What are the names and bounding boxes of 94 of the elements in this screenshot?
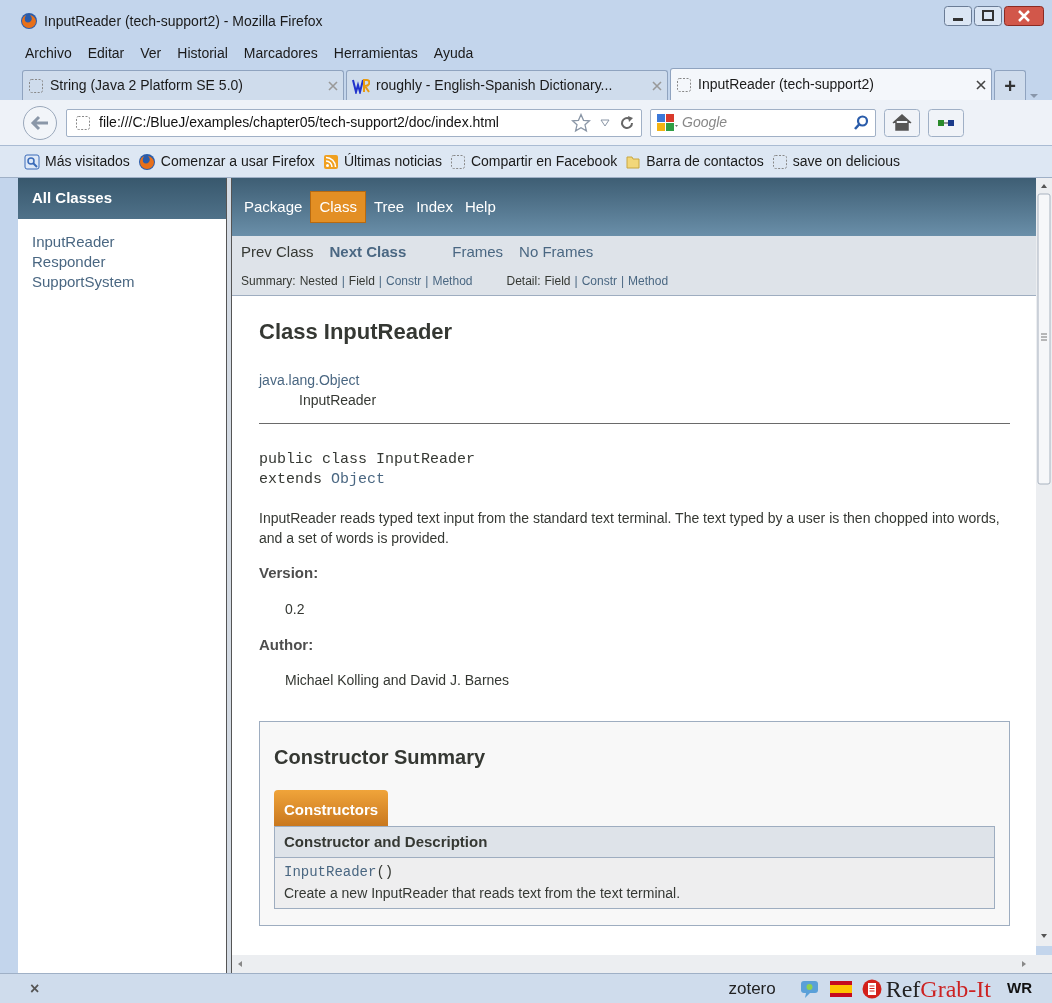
nav-tab[interactable]: Help (460, 191, 500, 223)
tag-label: Author: (259, 634, 315, 655)
summary-label: Detail: (506, 272, 541, 290)
wr-logo-icon (352, 77, 370, 94)
menu-item[interactable]: Ver (137, 42, 165, 64)
summary-text: Nested (299, 272, 338, 290)
constructor-link[interactable]: InputReader (284, 862, 377, 883)
blank-page-icon (771, 153, 788, 170)
bookmark-item[interactable]: Más visitados (24, 151, 130, 172)
frame-heading: All Classes (18, 178, 226, 219)
rss-feed-icon (322, 153, 339, 170)
bookmark-item[interactable]: Barra de contactos (625, 151, 764, 172)
summary-link[interactable]: Constr (581, 271, 617, 290)
wr-button[interactable]: WR (1007, 977, 1032, 1000)
summary-link[interactable]: Method (432, 271, 473, 290)
section-title: Constructor Summary (274, 745, 487, 770)
blank-page-icon (28, 77, 44, 94)
class-description: InputReader reads typed text input from the standard text terminal. The text typed by a user is then chopped into words, and a set of words is provided. (259, 509, 1001, 548)
browser-tab[interactable]: InputReader (tech-support2) (670, 68, 992, 100)
addon-toolbar-icon[interactable] (928, 108, 964, 137)
summary-link[interactable]: Method (628, 271, 669, 290)
menu-item[interactable]: Archivo (22, 42, 75, 64)
home-button[interactable] (884, 108, 920, 137)
bookmark-item[interactable]: Comenzar a usar Firefox (137, 151, 315, 172)
document-icon[interactable] (861, 978, 882, 999)
nav-tab[interactable]: Index (412, 191, 457, 223)
reload-icon[interactable] (619, 114, 635, 131)
zotero-button[interactable]: zotero (728, 975, 776, 1002)
column-header: Constructor and Description (275, 826, 994, 858)
tag-label: Version: (259, 563, 320, 583)
search-icon[interactable] (852, 113, 870, 132)
search-engine-icon[interactable] (656, 112, 678, 133)
browser-tab[interactable]: String (Java 2 Platform SE 5.0) (22, 70, 344, 100)
nav-tab[interactable]: Tree (369, 191, 409, 223)
bookmark-item[interactable]: save on delicious (771, 151, 901, 172)
browser-tab[interactable]: roughly - English-Spanish Dictionary... (346, 70, 668, 100)
class-link[interactable]: Responder (32, 252, 106, 272)
summary-text: Field (544, 272, 571, 290)
flag-icon[interactable] (829, 980, 852, 997)
menu-item[interactable]: Editar (84, 42, 128, 64)
type-link[interactable]: Object (331, 470, 386, 490)
menu-item[interactable]: Ayuda (430, 42, 477, 64)
class-declaration: public class InputReader (259, 450, 476, 470)
separator-text: | (378, 272, 382, 290)
menu-item[interactable]: Historial (174, 42, 231, 64)
nav-link[interactable]: No Frames (519, 241, 594, 264)
bookmark-item[interactable]: Últimas noticias (322, 151, 442, 172)
menu-item[interactable]: Marcadores (240, 42, 321, 64)
separator-text: | (621, 272, 625, 290)
summary-link[interactable]: Constr (386, 271, 422, 290)
dropdown-caret-icon[interactable] (599, 118, 611, 127)
blank-page-icon (676, 76, 692, 93)
nav-tab[interactable]: Package (240, 191, 307, 223)
firefox-icon (20, 12, 38, 30)
maximize-button[interactable] (974, 6, 1002, 26)
tag-value: Michael Kolling and David J. Barnes (285, 671, 511, 690)
summary-label: Summary: (241, 272, 296, 290)
tag-value: 0.2 (285, 599, 306, 619)
refgrab-it-button[interactable]: RefGrab-It (885, 976, 991, 1001)
separator-text: | (341, 272, 345, 290)
blank-page-icon (75, 114, 91, 131)
class-link[interactable]: SupportSystem (32, 272, 135, 292)
close-button[interactable]: × (30, 976, 40, 1001)
horizontal-scrollbar[interactable] (232, 955, 1052, 973)
nav-link[interactable]: Next Class (329, 241, 407, 264)
superclass-link[interactable]: java.lang.Object (259, 370, 360, 390)
new-tab-button[interactable]: + (994, 70, 1026, 100)
extends-keyword: extends (259, 470, 322, 490)
nav-link[interactable]: Frames (452, 241, 504, 264)
parameter-list: () (376, 862, 394, 883)
blank-page-icon (449, 153, 466, 170)
menu-item[interactable]: Herramientas (330, 42, 421, 64)
search-field[interactable]: Google (650, 108, 876, 137)
class-name: InputReader (298, 391, 378, 410)
window-title: InputReader (tech-support2) - Mozilla Firefox (44, 11, 324, 31)
search-input[interactable]: Google (682, 112, 848, 133)
firefox-icon (137, 152, 156, 171)
separator-text: | (574, 272, 578, 290)
summary-text: Field (348, 272, 375, 290)
folder-icon (625, 153, 642, 170)
back-button[interactable] (22, 104, 58, 141)
close-icon[interactable] (976, 79, 986, 90)
vertical-scrollbar[interactable] (1036, 178, 1052, 946)
star-icon[interactable] (571, 112, 591, 133)
class-link[interactable]: InputReader (32, 232, 115, 252)
nav-text: Prev Class (241, 242, 314, 263)
minimize-button[interactable] (944, 6, 972, 26)
address-bar[interactable]: file:///C:/BlueJ/examples/chapter05/tech-support2/doc/index.html (66, 108, 642, 137)
bookmark-item[interactable]: Compartir en Facebook (449, 151, 618, 172)
bookmark-list-icon (24, 153, 40, 170)
constructor-description: Create a new InputReader that reads text from the text terminal. (284, 884, 682, 903)
close-button[interactable] (1004, 6, 1044, 26)
class-title: Class InputReader (259, 318, 454, 346)
separator-text: | (425, 272, 429, 290)
